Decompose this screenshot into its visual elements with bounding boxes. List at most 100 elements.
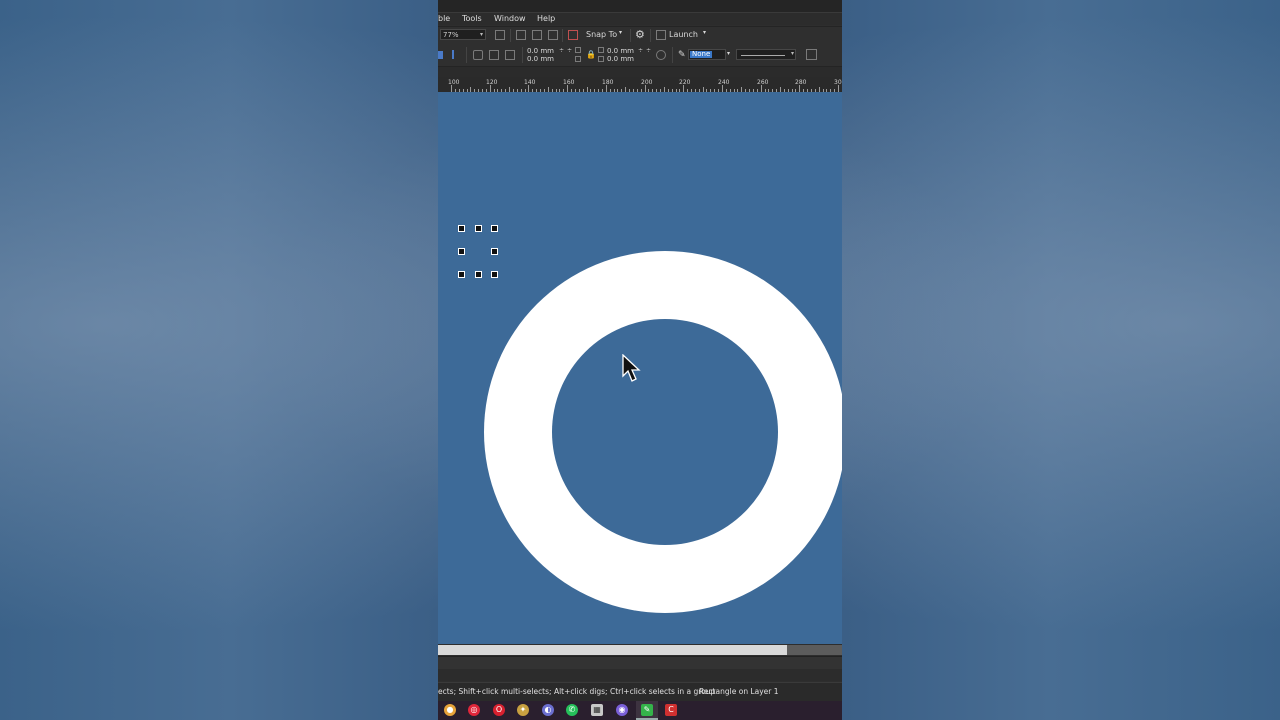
spinner-icon[interactable]: ÷ [559,47,564,54]
status-row [438,669,842,681]
selection-handle-bottom-left[interactable] [458,271,465,278]
align-icon[interactable] [438,51,443,59]
selection-handle-right[interactable] [491,248,498,255]
property-bar: 0.0 mm 0.0 mm ÷ ÷ 🔒 0.0 mm 0.0 mm ÷ ÷ ✎ … [438,44,842,67]
corner-bottom-right-icon [598,56,604,62]
toolbar-separator [562,29,563,42]
toolbar-separator [650,29,651,42]
selection-handle-top-left[interactable] [458,225,465,232]
full-screen-preview-icon[interactable] [495,30,505,40]
chrome-icon[interactable]: ● [444,704,456,716]
ruler-label: 240 [718,79,730,86]
browser-icon[interactable]: ◐ [542,704,554,716]
ruler-tick [760,85,762,92]
outline-width-select[interactable]: None [688,49,726,60]
status-hint-text: ects; Shift+click multi-selects; Alt+cli… [438,687,716,696]
horizontal-scrollbar[interactable] [438,645,842,655]
ruler-label: 140 [524,79,536,86]
corner-bottom-left-icon [575,56,581,62]
lock-icon[interactable]: 🔒 [586,50,596,59]
gear-icon[interactable]: ⚙ [635,28,645,41]
spinner-icon[interactable]: ÷ [646,47,651,54]
corner-radius-right-top[interactable]: 0.0 mm [607,47,634,55]
corel-app-icon[interactable]: C [665,704,677,716]
opera-icon[interactable]: O [493,704,505,716]
target-app-icon[interactable]: ◎ [468,704,480,716]
ruler-tick [683,85,685,92]
whatsapp-icon[interactable]: ✆ [566,704,578,716]
ruler-label: 260 [757,79,769,86]
selection-handle-left[interactable] [458,248,465,255]
bird-app-icon[interactable]: ✦ [517,704,529,716]
ruler-label: 160 [563,79,575,86]
corner-radius-bottom[interactable]: 0.0 mm [527,55,554,63]
relative-corner-scaling-icon[interactable] [656,50,666,60]
ring-shape-hole [552,319,778,545]
toolbar-separator [522,47,523,63]
show-grid-icon[interactable] [532,30,542,40]
ruler-label: 180 [602,79,614,86]
mouse-pointer-icon [622,354,641,382]
toolbar-gap [438,67,842,77]
ruler-tick [489,85,491,92]
ruler-tick [838,85,839,92]
pen-outline-icon: ✎ [678,50,686,60]
selection-handle-top-right[interactable] [491,225,498,232]
ruler-tick [528,85,530,92]
zoom-level-dropdown[interactable]: 77% ▾ [440,29,486,40]
calculator-icon[interactable]: ▦ [591,704,603,716]
selection-handle-bottom-right[interactable] [491,271,498,278]
toolbar-separator [630,29,631,42]
corner-radius-top[interactable]: 0.0 mm [527,47,554,55]
menu-table[interactable]: ble [438,14,450,23]
spinner-icon[interactable]: ÷ [638,47,643,54]
selection-handle-bottom[interactable] [475,271,482,278]
corner-top-right-icon [598,47,604,53]
ruler-tick [721,85,723,92]
outline-width-value: None [690,50,713,58]
menu-window[interactable]: Window [494,14,526,23]
firefox-icon[interactable]: ◉ [616,704,628,716]
selection-handle-top[interactable] [475,225,482,232]
show-guidelines-icon[interactable] [548,30,558,40]
menu-tools[interactable]: Tools [462,14,482,23]
wrap-paragraph-icon[interactable] [806,49,817,60]
horizontal-ruler[interactable]: 100 120 140 160 180 200 220 240 260 280 … [438,77,842,93]
snap-to-label[interactable]: Snap To [586,30,617,39]
wrap-text-icon[interactable] [452,50,460,59]
ruler-label: 280 [795,79,807,86]
menu-bar: ble Tools Window Help [438,13,842,25]
ruler-tick [605,85,607,92]
snap-to-icon[interactable] [568,30,578,40]
outline-style-line [741,55,785,56]
selected-object-info: Rectangle on Layer 1 [699,687,779,696]
coreldraw-icon[interactable]: ✎ [641,704,653,716]
chevron-down-icon[interactable]: ▾ [727,50,730,57]
chevron-down-icon[interactable]: ▾ [619,29,622,36]
ruler-tick [567,85,569,92]
ruler-tick [451,85,452,92]
launch-icon[interactable] [656,30,666,40]
outline-style-select[interactable]: ▾ [736,49,796,60]
ruler-tick [799,85,801,92]
round-corner-icon[interactable] [473,50,483,60]
corner-radius-right-bottom[interactable]: 0.0 mm [607,55,634,63]
toolbar-separator [672,47,673,63]
ruler-label: 100 [448,79,460,86]
spinner-icon[interactable]: ÷ [567,47,572,54]
launch-label[interactable]: Launch [669,30,698,39]
chamfered-corner-icon[interactable] [505,50,515,60]
show-rulers-icon[interactable] [516,30,526,40]
zoom-level-value: 77% [443,31,459,39]
status-bar: ects; Shift+click multi-selects; Alt+cli… [438,682,842,701]
chevron-down-icon: ▾ [479,31,483,38]
toolbar-separator [466,47,467,63]
scrollbar-thumb[interactable] [438,645,787,655]
scalloped-corner-icon[interactable] [489,50,499,60]
ruler-label: 120 [486,79,498,86]
ruler-tick [644,85,646,92]
drawing-canvas[interactable] [438,92,842,644]
chevron-down-icon[interactable]: ▾ [703,29,706,36]
menu-help[interactable]: Help [537,14,555,23]
coreldraw-window: ble Tools Window Help 77% ▾ Snap To ▾ ⚙ … [438,0,842,720]
